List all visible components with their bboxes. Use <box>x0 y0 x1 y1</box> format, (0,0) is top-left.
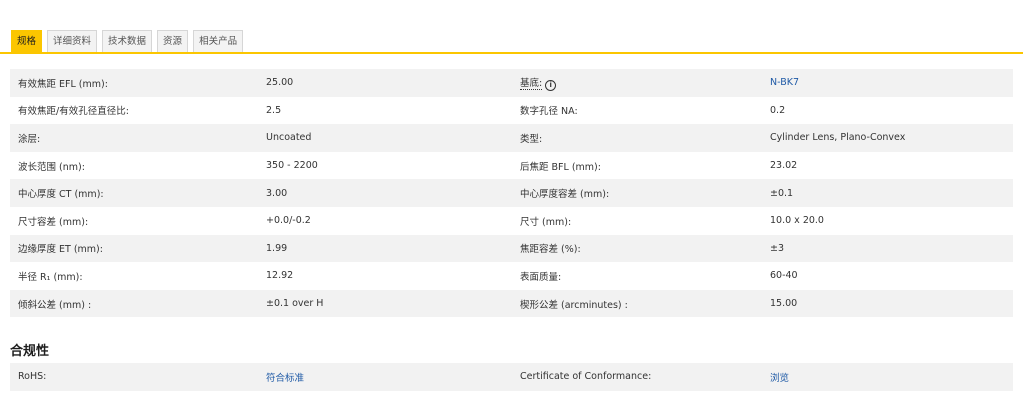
spec-value: ±3 <box>770 242 785 254</box>
spec-value: ±0.1 over H <box>266 298 324 310</box>
tab-underline <box>0 52 1023 54</box>
tab-technical-data[interactable]: 技术数据 <box>102 30 153 52</box>
spec-label: 边缘厚度 ET (mm): <box>18 244 103 256</box>
specifications-table: 有效焦距 EFL (mm): 25.00 基底: i N-BK7 有效焦距/有效孔… <box>10 69 1013 318</box>
spec-label-substrate: 基底: i <box>512 75 762 91</box>
spec-label: 有效焦距/有效孔径直径比: <box>18 106 129 118</box>
spec-label: 焦距容差 (%): <box>520 244 581 256</box>
compliance-title: 合规性 <box>10 344 50 359</box>
table-row: RoHS: 符合标准 Certificate of Conformance: 浏… <box>10 363 1013 391</box>
spec-value: +0.0/-0.2 <box>266 215 311 227</box>
spec-label: 后焦距 BFL (mm): <box>520 161 601 173</box>
table-row: 尺寸容差 (mm): +0.0/-0.2 尺寸 (mm): 10.0 x 20.… <box>10 207 1013 235</box>
spec-value: 15.00 <box>770 298 798 310</box>
table-row: 波长范围 (nm): 350 - 2200 后焦距 BFL (mm): 23.0… <box>10 152 1013 180</box>
spec-value: 2.5 <box>266 104 282 116</box>
spec-label: 倾斜公差 (mm) : <box>18 299 92 311</box>
compliance-label-certificate: Certificate of Conformance: <box>520 371 652 383</box>
tab-list: 规格 详细资料 技术数据 资源 相关产品 <box>11 30 244 52</box>
spec-value: 25.00 <box>266 77 294 89</box>
spec-value: 60-40 <box>770 270 798 282</box>
table-row: 涂层: Uncoated 类型: Cylinder Lens, Plano-Co… <box>10 124 1013 152</box>
spec-value: 350 - 2200 <box>266 160 318 172</box>
compliance-value-rohs: 符合标准 <box>258 370 512 384</box>
table-row: 有效焦距 EFL (mm): 25.00 基底: i N-BK7 <box>10 69 1013 97</box>
tab-bar: 规格 详细资料 技术数据 资源 相关产品 <box>0 0 1023 54</box>
info-icon[interactable]: i <box>545 79 557 91</box>
spec-value: Cylinder Lens, Plano-Convex <box>770 132 906 144</box>
spec-label: 中心厚度 CT (mm): <box>18 189 104 201</box>
spec-label: 波长范围 (nm): <box>18 161 85 173</box>
spec-value: ±0.1 <box>770 187 794 199</box>
spec-label: 尺寸 (mm): <box>520 216 572 228</box>
tab-specifications[interactable]: 规格 <box>11 30 43 52</box>
compliance-label-rohs: RoHS: <box>18 371 47 383</box>
spec-label: 有效焦距 EFL (mm): <box>18 78 108 90</box>
spec-label: 类型: <box>520 133 543 145</box>
spec-value: 1.99 <box>266 242 288 254</box>
substrate-label[interactable]: 基底: <box>520 77 543 90</box>
spec-value-substrate: N-BK7 <box>762 77 1013 88</box>
spec-label: 中心厚度容差 (mm): <box>520 189 610 201</box>
tab-resources[interactable]: 资源 <box>157 30 189 52</box>
table-row: 有效焦距/有效孔径直径比: 2.5 数字孔径 NA: 0.2 <box>10 97 1013 125</box>
table-row: 边缘厚度 ET (mm): 1.99 焦距容差 (%): ±3 <box>10 234 1013 263</box>
rohs-compliant-link[interactable]: 符合标准 <box>266 373 304 384</box>
spec-value: 3.00 <box>266 187 288 199</box>
substrate-link[interactable]: N-BK7 <box>770 77 799 88</box>
spec-label: 数字孔径 NA: <box>520 106 578 118</box>
compliance-table: RoHS: 符合标准 Certificate of Conformance: 浏… <box>10 363 1013 391</box>
spec-value: 23.02 <box>770 160 798 172</box>
table-row: 倾斜公差 (mm) : ±0.1 over H 楔形公差 (arcminutes… <box>10 289 1013 318</box>
spec-label: 楔形公差 (arcminutes) : <box>520 299 628 311</box>
tab-details[interactable]: 详细资料 <box>47 30 98 52</box>
spec-value: Uncoated <box>266 132 312 144</box>
spec-label: 涂层: <box>18 133 41 145</box>
spec-value: 10.0 x 20.0 <box>770 215 824 227</box>
compliance-value-certificate: 浏览 <box>762 370 1013 384</box>
spec-value: 0.2 <box>770 104 786 116</box>
spec-value: 12.92 <box>266 270 294 282</box>
table-row: 中心厚度 CT (mm): 3.00 中心厚度容差 (mm): ±0.1 <box>10 179 1013 207</box>
spec-label: 表面质量: <box>520 271 562 283</box>
spec-label: 半径 R₁ (mm): <box>18 271 83 283</box>
spec-label: 尺寸容差 (mm): <box>18 216 89 228</box>
tab-related-products[interactable]: 相关产品 <box>193 30 244 52</box>
table-row: 半径 R₁ (mm): 12.92 表面质量: 60-40 <box>10 262 1013 290</box>
certificate-view-link[interactable]: 浏览 <box>770 373 789 384</box>
